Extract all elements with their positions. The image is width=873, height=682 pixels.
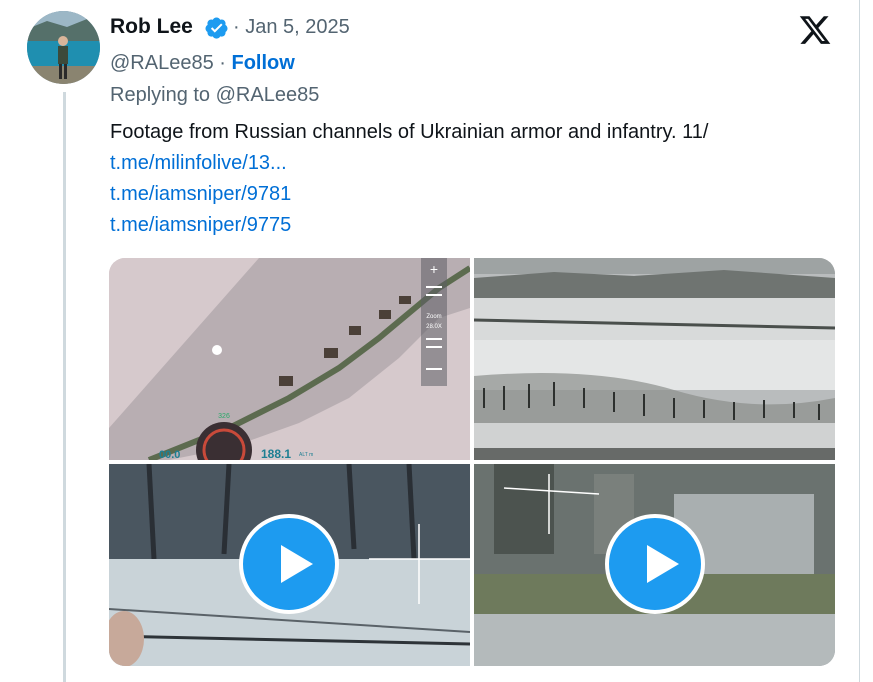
- media-image-2[interactable]: [474, 258, 835, 460]
- media-image-1[interactable]: + Zoom 28.0X 326 00.0 188.1 ALT m: [109, 258, 470, 460]
- verified-badge-icon: [205, 17, 228, 39]
- tweet-date[interactable]: · Jan 5, 2025: [233, 16, 350, 39]
- thread-line: [63, 92, 66, 682]
- replying-handle[interactable]: @RALee85: [216, 84, 320, 106]
- link-iamsniper-9781[interactable]: t.me/iamsniper/9781: [110, 183, 291, 206]
- zoom-label: Zoom: [426, 314, 441, 320]
- handle-row: @RALee85 · Follow: [110, 52, 295, 75]
- tweet-card: Rob Lee · Jan 5, 2025 @RALee85 · Follow …: [0, 0, 860, 682]
- replying-to: Replying to @RALee85: [110, 84, 319, 107]
- speed-readout: 188.1: [261, 447, 291, 460]
- link-milinfolive[interactable]: t.me/milinfolive/13...: [110, 152, 287, 175]
- left-readout: 00.0: [159, 449, 180, 460]
- follow-button[interactable]: Follow: [232, 52, 295, 74]
- media-grid: + Zoom 28.0X 326 00.0 188.1 ALT m: [109, 258, 835, 666]
- avatar[interactable]: [27, 11, 100, 84]
- compass-readout: 326: [218, 413, 230, 420]
- play-icon[interactable]: [605, 514, 705, 614]
- zoom-value: 28.0X: [426, 324, 442, 330]
- date-separator: ·: [233, 16, 240, 38]
- media-video-1[interactable]: [109, 464, 470, 666]
- unit-readout: ALT m: [299, 452, 313, 458]
- link-iamsniper-9775[interactable]: t.me/iamsniper/9775: [110, 214, 291, 237]
- play-icon[interactable]: [239, 514, 339, 614]
- svg-text:+: +: [430, 261, 438, 277]
- replying-prefix: Replying to: [110, 84, 216, 106]
- tweet-text: Footage from Russian channels of Ukraini…: [110, 121, 709, 143]
- date-text: Jan 5, 2025: [245, 16, 350, 38]
- x-logo-icon[interactable]: [798, 13, 832, 47]
- media-video-2[interactable]: [474, 464, 835, 666]
- author-handle[interactable]: @RALee85: [110, 52, 214, 74]
- handle-separator: ·: [219, 52, 226, 74]
- author-name[interactable]: Rob Lee: [110, 15, 193, 39]
